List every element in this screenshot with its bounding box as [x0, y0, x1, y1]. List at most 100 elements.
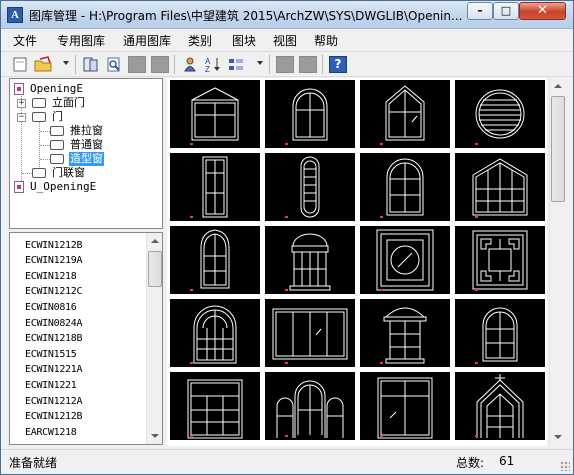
search-file-icon[interactable] [105, 56, 123, 73]
insertion-point-icon [380, 216, 383, 218]
toolbar-separator [269, 55, 270, 74]
arrow-down-icon [554, 435, 562, 439]
thumbnail-gothic-trim-window[interactable] [455, 372, 545, 440]
list-item[interactable]: ECWIN1212C [25, 284, 83, 299]
tree-item-sliding-window[interactable]: 推拉窗 [10, 124, 160, 138]
insertion-point-icon [380, 289, 383, 291]
tree-item-shaped-window[interactable]: 造型窗 [10, 152, 160, 166]
disabled-tool-icon [276, 56, 294, 73]
insertion-point-icon [190, 435, 193, 437]
title-bar: A 图库管理 - H:\Program Files\中望建筑 2015\Arch… [1, 1, 573, 29]
scroll-up-button[interactable] [550, 78, 566, 94]
toolbar-separator [174, 55, 175, 74]
list-item[interactable]: ECWIN1212A [25, 394, 83, 409]
menu-category[interactable]: 类别 [188, 32, 212, 49]
library-icon[interactable] [81, 56, 99, 73]
list-item[interactable]: ECWIN1219A [25, 253, 83, 268]
minimize-button[interactable]: – [467, 2, 493, 20]
help-icon[interactable]: ? [329, 56, 347, 73]
open-dropdown-icon[interactable] [63, 61, 69, 65]
list-scrollbar[interactable] [146, 233, 162, 444]
thumbnail-sliding-panel-window[interactable] [265, 299, 355, 367]
list-item[interactable]: ECWIN0824A [25, 316, 83, 331]
list-item[interactable]: ECWIN1212B [25, 409, 83, 424]
block-list[interactable]: ECWIN1212B ECWIN1219A ECWIN1218 ECWIN121… [9, 232, 163, 445]
menu-view[interactable]: 视图 [273, 32, 297, 49]
maximize-button[interactable]: □ [493, 2, 519, 20]
menu-help[interactable]: 帮助 [314, 32, 338, 49]
scroll-thumb[interactable] [148, 251, 162, 287]
library-manager-window: A 图库管理 - H:\Program Files\中望建筑 2015\Arch… [0, 0, 574, 475]
menu-general-library[interactable]: 通用图库 [123, 32, 171, 49]
thumbnail-arched-grid-window[interactable] [360, 153, 450, 221]
list-item[interactable]: EARCW1218 [25, 425, 77, 440]
list-item[interactable]: ECWIN1218B [25, 331, 83, 346]
disabled-tool-icon [299, 56, 317, 73]
total-count-label: 总数: [456, 456, 485, 470]
list-item[interactable]: ECWIN0816 [25, 300, 77, 315]
toolbar-separator [75, 55, 76, 74]
thumbnail-chinese-lattice-window[interactable] [455, 226, 545, 294]
close-button[interactable]: ✕ [519, 2, 566, 20]
tree-item-door-window[interactable]: 门联窗 [10, 166, 160, 180]
insertion-point-icon [475, 216, 478, 218]
scroll-thumb[interactable] [551, 96, 565, 202]
thumbnail-colonial-window[interactable] [265, 226, 355, 294]
tree-item-door[interactable]: − 门 [10, 110, 160, 124]
category-tree[interactable]: OpeningE + 立面门 − 门 推拉窗 普通窗 造型窗 门联窗 U_Ope… [9, 78, 163, 229]
menu-dedicated-library[interactable]: 专用图库 [57, 32, 105, 49]
view-list-icon[interactable] [227, 56, 245, 73]
list-item[interactable]: ECWIN1212B [25, 238, 83, 253]
thumbnail-pediment-window[interactable] [360, 299, 450, 367]
scroll-up-button[interactable] [147, 233, 162, 249]
arrow-down-icon [151, 434, 159, 438]
disabled-tool-icon [151, 56, 169, 73]
thumbnail-oval-window[interactable] [265, 153, 355, 221]
thumbnail-transom-pane-window[interactable] [360, 372, 450, 440]
tree-guide-line [40, 131, 50, 132]
thumbnail-transom-grid-window[interactable] [170, 372, 260, 440]
thumbnail-arched-gable-window[interactable] [170, 80, 260, 148]
new-file-icon[interactable] [11, 56, 29, 73]
thumbnail-rounded-arch-grid-window[interactable] [170, 299, 260, 367]
sort-az-icon[interactable]: AZ [204, 56, 222, 74]
menu-block[interactable]: 图块 [232, 32, 256, 49]
insertion-point-icon [285, 435, 288, 437]
thumbnail-tall-panel-window[interactable] [170, 153, 260, 221]
open-folder-icon [32, 112, 46, 122]
tree-item-elevation-door[interactable]: + 立面门 [10, 96, 160, 110]
insertion-point-icon [475, 362, 478, 364]
insertion-point-icon [190, 143, 193, 145]
preview-scrollbar[interactable] [549, 78, 566, 446]
list-item[interactable]: ECWIN1221A [25, 362, 83, 377]
app-icon: A [7, 7, 23, 23]
thumbnail-gable-grid-window[interactable] [455, 153, 545, 221]
preview-grid [167, 78, 547, 446]
arrow-up-icon [151, 239, 159, 243]
tree-item-normal-window[interactable]: 普通窗 [10, 138, 160, 152]
thumbnail-arched-double-window[interactable] [265, 80, 355, 148]
expand-icon[interactable]: + [17, 99, 26, 108]
tree-guide-line [40, 145, 50, 146]
view-dropdown-icon[interactable] [257, 61, 263, 65]
list-item[interactable]: ECWIN1515 [25, 347, 77, 362]
toolbar-separator [322, 55, 323, 74]
thumbnail-square-circle-window[interactable] [360, 226, 450, 294]
resize-grip-icon[interactable] [560, 461, 570, 471]
collapse-icon[interactable]: − [17, 113, 26, 122]
scroll-down-button[interactable] [147, 428, 162, 444]
thumbnail-triple-arch-window[interactable] [265, 372, 355, 440]
thumbnail-gothic-window[interactable] [360, 80, 450, 148]
status-bar: 准备就绪 总数: 61 [1, 449, 573, 474]
menu-file[interactable]: 文件 [13, 32, 37, 49]
thumbnail-pointed-arch-window[interactable] [170, 226, 260, 294]
person-icon[interactable] [181, 56, 199, 73]
open-folder-icon[interactable] [34, 56, 52, 73]
list-item[interactable]: ECWIN1218 [25, 269, 77, 284]
thumbnail-louvered-round-window[interactable] [455, 80, 545, 148]
thumbnail-arched-grid-window-2[interactable] [455, 299, 545, 367]
insertion-point-icon [190, 289, 193, 291]
list-item[interactable]: ECWIN1221 [25, 378, 77, 393]
status-text: 准备就绪 [9, 456, 58, 470]
scroll-down-button[interactable] [550, 429, 566, 445]
